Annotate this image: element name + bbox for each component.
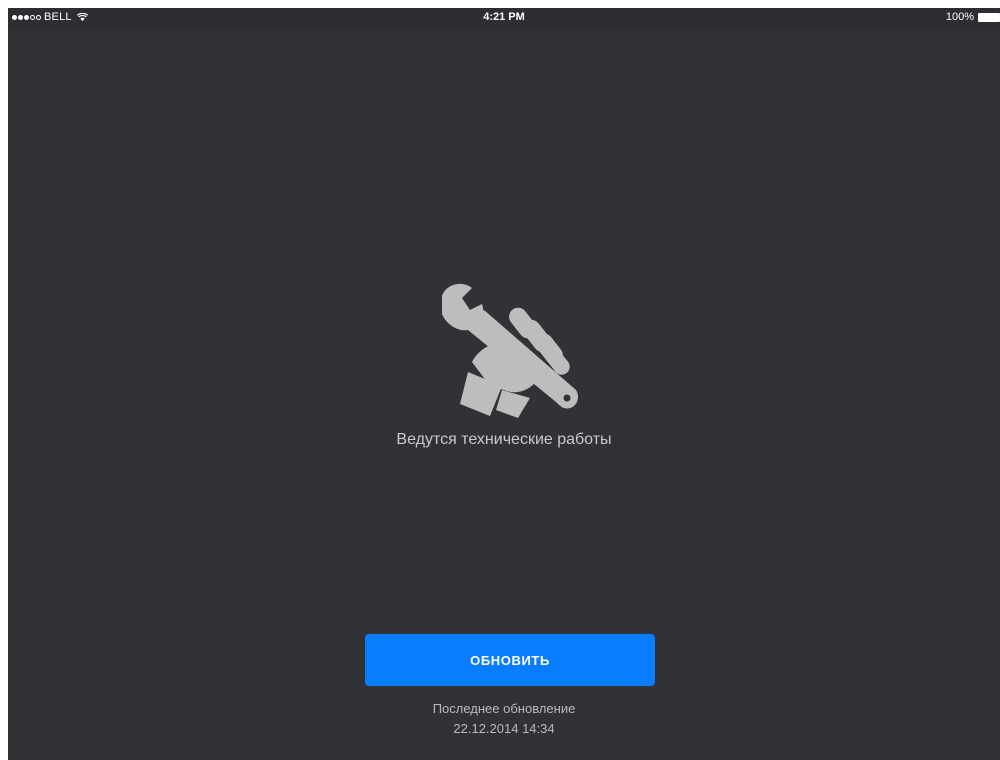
last-update-info: Последнее обновление 22.12.2014 14:34 <box>8 699 1000 739</box>
last-update-label: Последнее обновление <box>432 701 576 716</box>
status-time: 4:21 PM <box>483 11 525 23</box>
maintenance-message: Ведутся технические работы <box>396 431 612 448</box>
last-update-value: 22.12.2014 14:34 <box>453 721 555 736</box>
refresh-button[interactable]: ОБНОВИТЬ <box>365 634 655 686</box>
status-bar-right: 100% <box>946 11 1000 23</box>
maintenance-screen: BELL 4:21 PM 100% Ведутся технические ра… <box>8 8 1000 760</box>
battery-icon <box>978 12 1000 22</box>
status-bar: BELL 4:21 PM 100% <box>8 8 1000 28</box>
wrench-hand-icon <box>442 283 578 418</box>
battery-percent: 100% <box>945 11 974 23</box>
